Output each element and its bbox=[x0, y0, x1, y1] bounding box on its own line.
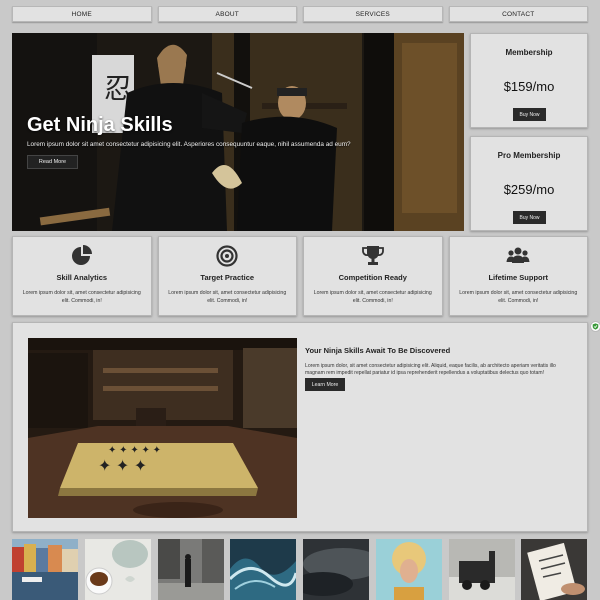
hero-title: Get Ninja Skills bbox=[27, 114, 173, 136]
feature-text: Lorem ipsum dolor sit, amet consectetur … bbox=[313, 290, 432, 304]
pro-membership-title: Pro Membership bbox=[497, 151, 561, 160]
nav-home-link[interactable]: HOME bbox=[12, 6, 152, 22]
gallery-thumb-train[interactable] bbox=[448, 539, 516, 600]
membership-title: Membership bbox=[505, 48, 553, 57]
target-icon bbox=[216, 245, 238, 267]
trophy-icon bbox=[361, 246, 384, 265]
learn-more-button[interactable]: Learn More bbox=[305, 378, 345, 391]
feature-card-competition-ready: Competition Ready Lorem ipsum dolor sit,… bbox=[303, 236, 443, 316]
discover-section: ✦ ✦ ✦ ✦ ✦ ✦ ✦ ✦ Your Ninja Skills Await … bbox=[12, 322, 588, 532]
feature-card-skill-analytics: Skill Analytics Lorem ipsum dolor sit, a… bbox=[12, 236, 152, 316]
pie-chart-icon bbox=[71, 245, 92, 265]
discover-title: Your Ninja Skills Await To Be Discovered bbox=[305, 346, 451, 355]
hero-text: Lorem ipsum dolor sit amet consectetur a… bbox=[27, 141, 351, 148]
pro-membership-card: Pro Membership $259/mo Buy Now bbox=[470, 136, 588, 231]
feature-title: Competition Ready bbox=[338, 273, 407, 282]
gallery-thumb-harbor[interactable] bbox=[12, 539, 79, 600]
feature-card-target-practice: Target Practice Lorem ipsum dolor sit, a… bbox=[157, 236, 297, 316]
svg-text:✦ ✦ ✦ ✦ ✦: ✦ ✦ ✦ ✦ ✦ bbox=[108, 445, 161, 456]
features-row: Skill Analytics Lorem ipsum dolor sit, a… bbox=[12, 236, 588, 316]
gallery-thumb-waves[interactable] bbox=[230, 539, 297, 600]
gallery-thumb-book[interactable] bbox=[521, 539, 588, 600]
dojo-image: ✦ ✦ ✦ ✦ ✦ ✦ ✦ ✦ bbox=[28, 338, 297, 518]
gallery-thumb-storm-sky[interactable] bbox=[303, 539, 370, 600]
feature-title: Lifetime Support bbox=[488, 273, 549, 282]
buy-now-button[interactable]: Buy Now bbox=[513, 108, 546, 121]
feature-title: Target Practice bbox=[200, 273, 255, 282]
nav-contact-link[interactable]: CONTACT bbox=[448, 6, 588, 22]
shield-icon[interactable] bbox=[590, 321, 600, 332]
pro-membership-price: $259/mo bbox=[503, 182, 555, 197]
read-more-button[interactable]: Read More bbox=[27, 155, 78, 169]
feature-card-lifetime-support: Lifetime Support Lorem ipsum dolor sit, … bbox=[448, 236, 588, 316]
gallery-thumb-street[interactable] bbox=[157, 539, 225, 600]
feature-text: Lorem ipsum dolor sit, amet consectetur … bbox=[22, 290, 141, 304]
nav-services-link[interactable]: SERVICES bbox=[303, 6, 443, 22]
gallery-thumb-tea-cup[interactable] bbox=[84, 539, 152, 600]
photo-gallery bbox=[12, 539, 588, 600]
users-icon bbox=[506, 247, 530, 263]
feature-text: Lorem ipsum dolor sit, amet consectetur … bbox=[459, 290, 578, 304]
membership-card: Membership $159/mo Buy Now bbox=[470, 33, 588, 128]
feature-text: Lorem ipsum dolor sit, amet consectetur … bbox=[168, 290, 287, 304]
membership-price: $159/mo bbox=[503, 79, 555, 94]
top-nav: HOME ABOUT SERVICES CONTACT bbox=[12, 6, 588, 22]
discover-text: Lorem ipsum dolor, sit amet consectetur … bbox=[305, 363, 556, 376]
feature-title: Skill Analytics bbox=[56, 273, 108, 282]
nav-about-link[interactable]: ABOUT bbox=[157, 6, 297, 22]
gallery-thumb-portrait[interactable] bbox=[375, 539, 443, 600]
pro-buy-now-button[interactable]: Buy Now bbox=[513, 211, 546, 224]
svg-text:✦ ✦ ✦: ✦ ✦ ✦ bbox=[98, 458, 147, 475]
hero-banner: 忍 Get Ninja Skills Lorem ipsum dolor sit… bbox=[12, 33, 464, 231]
